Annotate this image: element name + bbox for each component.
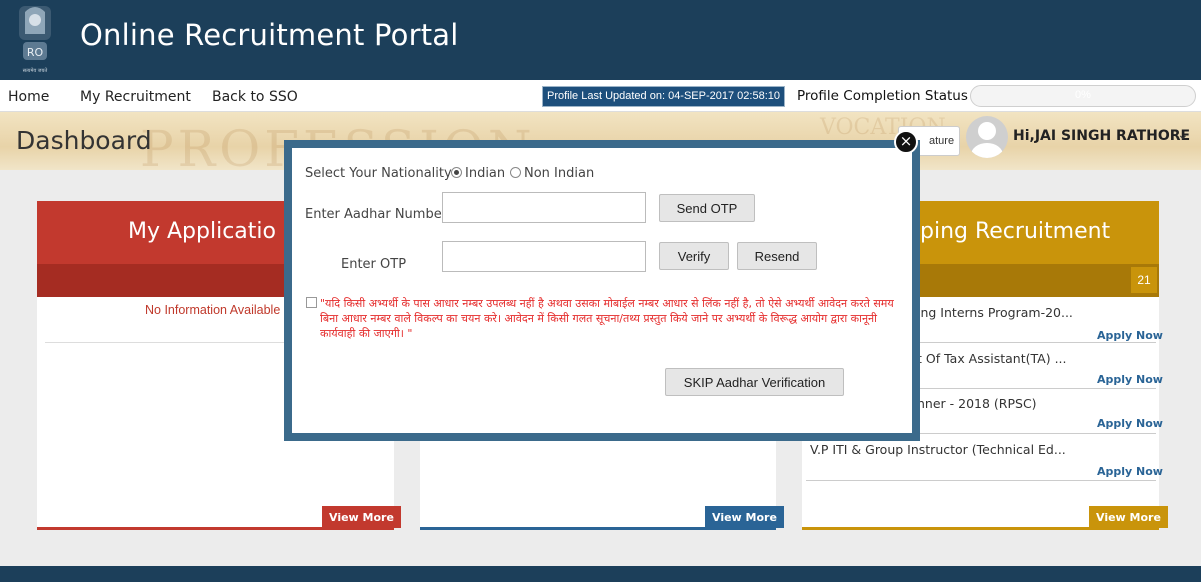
nationality-non-indian-radio[interactable] <box>510 167 521 178</box>
apply-now-link[interactable]: Apply Now <box>1097 329 1163 342</box>
profile-completion-value: 0% <box>1075 89 1091 101</box>
emblem-caption: सत्यमेव जयते <box>23 67 48 74</box>
nav-my-recruitment[interactable]: My Recruitment <box>80 89 191 105</box>
nationality-label: Select Your Nationality <box>305 166 452 181</box>
portal-title: Online Recruitment Portal <box>80 18 459 52</box>
send-otp-button[interactable]: Send OTP <box>659 194 755 222</box>
apply-now-link[interactable]: Apply Now <box>1097 373 1163 386</box>
resend-button[interactable]: Resend <box>737 242 817 270</box>
recruitment-item-title[interactable]: t Of Tax Assistant(TA) ... <box>917 351 1067 366</box>
upcoming-view-more-button[interactable]: View More <box>1089 506 1168 528</box>
middle-view-more-button[interactable]: View More <box>705 506 784 528</box>
otp-label: Enter OTP <box>341 257 407 272</box>
nav-home[interactable]: Home <box>8 89 49 105</box>
aadhar-number-input[interactable] <box>442 192 646 223</box>
applications-view-more-button[interactable]: View More <box>322 506 401 528</box>
skip-aadhar-verification-button[interactable]: SKIP Aadhar Verification <box>665 368 844 396</box>
recruitment-item-title[interactable]: ing Interns Program-20... <box>917 305 1073 320</box>
apply-now-link[interactable]: Apply Now <box>1097 465 1163 478</box>
divider <box>806 480 1156 481</box>
no-aadhar-checkbox[interactable] <box>306 297 317 308</box>
nationality-non-indian-label[interactable]: Non Indian <box>524 166 594 181</box>
apply-now-link[interactable]: Apply Now <box>1097 417 1163 430</box>
footer <box>0 566 1201 582</box>
emblem-text: RO <box>27 46 44 59</box>
recruitment-item-title[interactable]: nner - 2018 (RPSC) <box>917 396 1037 411</box>
chevron-down-icon[interactable]: ⌄ <box>1177 126 1189 143</box>
avatar[interactable] <box>966 116 1008 158</box>
no-information-text: No Information Available <box>145 303 281 317</box>
recruitment-count-badge: 21 <box>1131 267 1157 293</box>
otp-input[interactable] <box>442 241 646 272</box>
user-greeting[interactable]: Hi,JAI SINGH RATHORE <box>1013 128 1190 144</box>
recruitment-item-title[interactable]: V.P ITI & Group Instructor (Technical Ed… <box>810 442 1066 457</box>
nationality-indian-label[interactable]: Indian <box>465 166 505 181</box>
nav-back-to-sso[interactable]: Back to SSO <box>212 89 298 105</box>
top-header: RO सत्यमेव जयते Online Recruitment Porta… <box>0 0 1201 80</box>
page-title: Dashboard <box>16 126 152 155</box>
profile-completion-progress: 0% <box>970 85 1196 107</box>
upcoming-recruitment-title: ping Recruitment <box>920 219 1111 244</box>
nav-bar: Home My Recruitment Back to SSO Profile … <box>0 80 1201 112</box>
aadhar-number-label: Enter Aadhar Number <box>305 207 448 222</box>
no-aadhar-notice: "यदि किसी अभ्यर्थी के पास आधार नम्बर उपल… <box>320 297 894 340</box>
profile-updated-badge: Profile Last Updated on: 04-SEP-2017 02:… <box>542 86 785 107</box>
profile-completion-label: Profile Completion Status <box>797 88 968 104</box>
nationality-indian-radio[interactable] <box>451 167 462 178</box>
my-applications-title: My Applicatio <box>128 219 276 244</box>
state-emblem-icon: RO सत्यमेव जयते <box>19 6 51 74</box>
close-icon[interactable]: × <box>894 130 918 154</box>
verify-button[interactable]: Verify <box>659 242 729 270</box>
